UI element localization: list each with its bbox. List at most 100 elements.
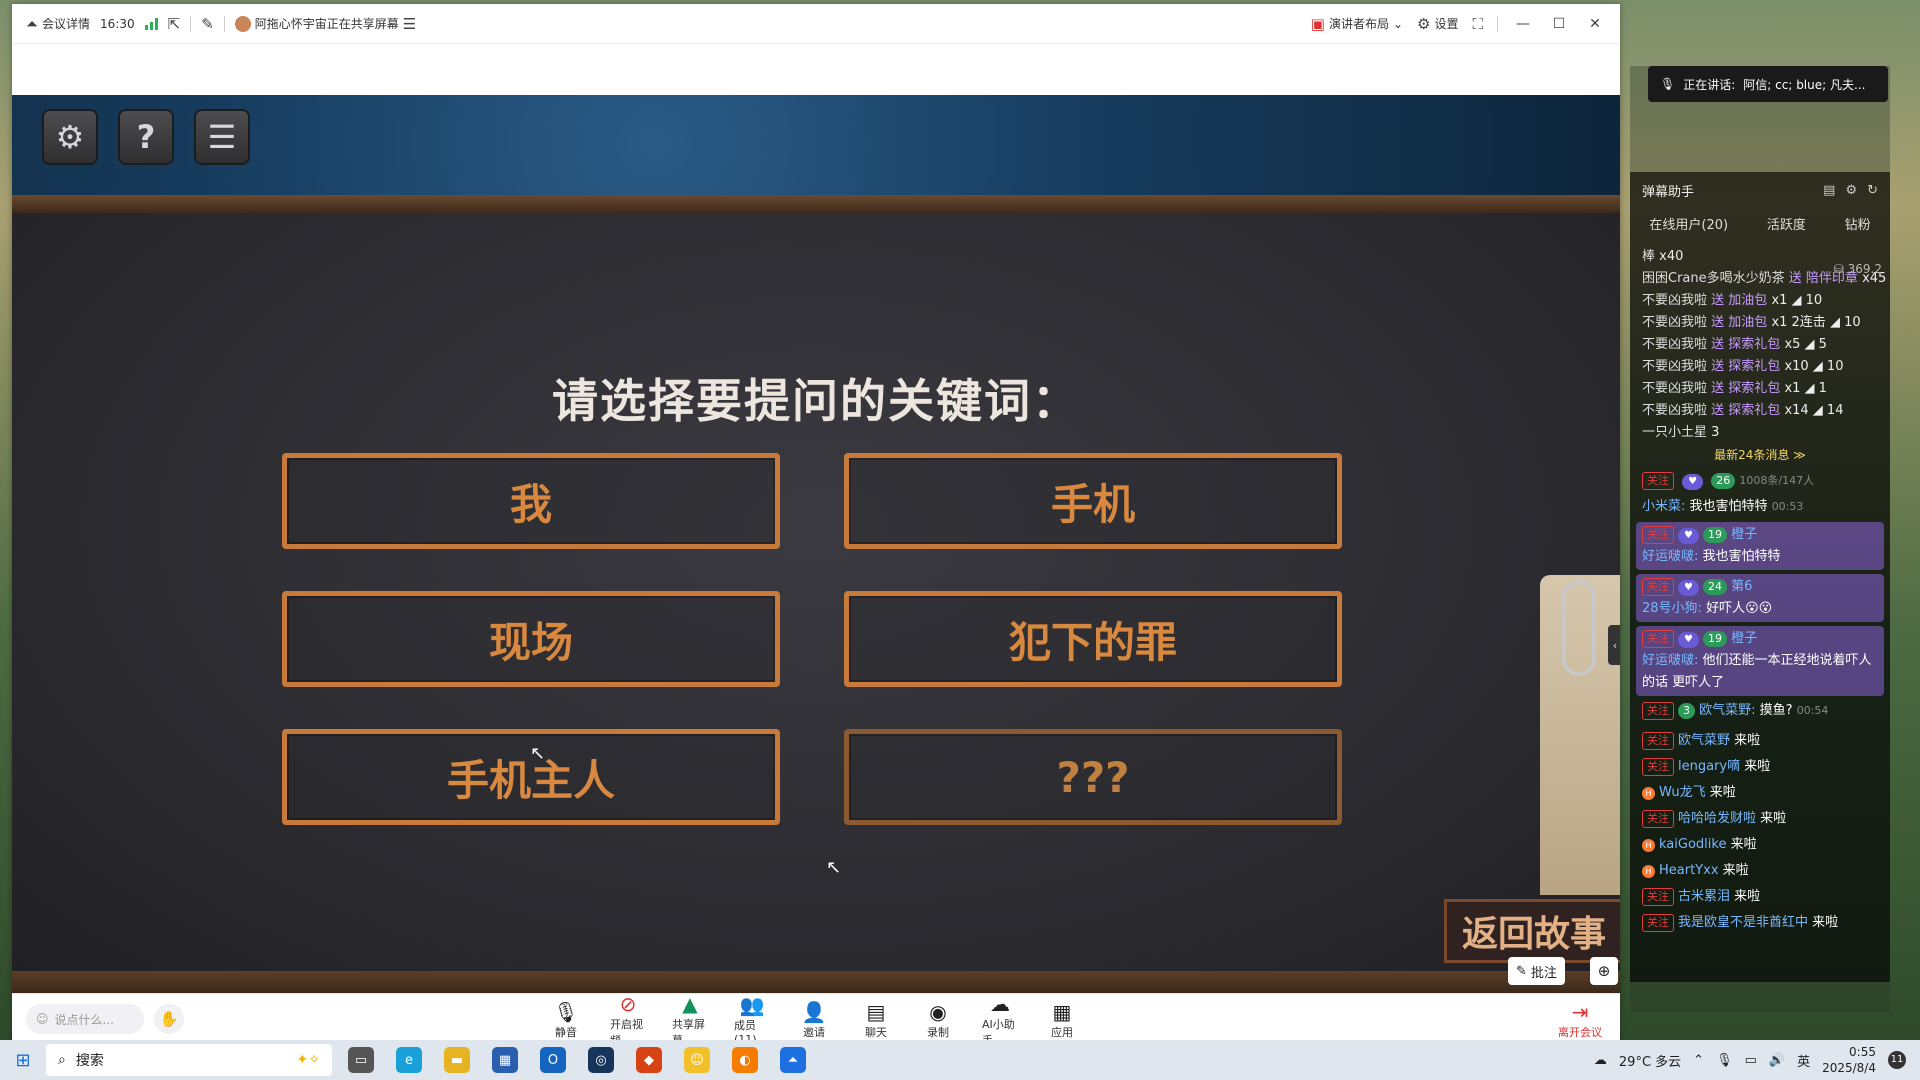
close-button[interactable]: ✕ bbox=[1584, 16, 1606, 32]
title-bar: ⏶ 会议详情 16:30 ⇱ ✎ 阿拖心怀宇宙正在共享屏幕 ☰ ▣ 演讲者布局 … bbox=[12, 4, 1620, 44]
welcome-item: 关注 欧气菜野 来啦 bbox=[1642, 730, 1878, 752]
gift-list: 棒 x40 困困Crane多喝水少奶茶 送 陪伴印章 x45 不要凶我啦 送 加… bbox=[1630, 238, 1890, 934]
gift-item: 不要凶我啦 送 加油包 x1 ◢ 10 bbox=[1642, 293, 1823, 308]
layout-icon: ▣ bbox=[1310, 14, 1325, 33]
panel-title: 弹幕助手 bbox=[1642, 184, 1695, 200]
chat-button[interactable]: ▤ 聊天 bbox=[858, 1000, 894, 1040]
gift-item: 一只小土星 3 bbox=[1642, 425, 1720, 440]
chat-message: 关注 3 欧气菜野: 摸鱼? 00:54 bbox=[1642, 700, 1878, 722]
maximize-button[interactable]: ☐ bbox=[1548, 16, 1570, 32]
meeting-time: 16:30 bbox=[100, 16, 135, 31]
settings-icon[interactable]: ⚙ bbox=[1845, 183, 1857, 198]
microphone-icon[interactable]: 🎙 bbox=[1716, 1053, 1733, 1068]
annotate-toggle-icon[interactable]: ✎ bbox=[201, 15, 214, 33]
emoji-icon: ☺ bbox=[36, 1012, 49, 1026]
taskbar-apps: ▭ e ▬ ▦ O ◎ ◆ ☺ ◐ ⏶ bbox=[348, 1047, 806, 1073]
game-header-art: ⚙ ? ☰ bbox=[12, 95, 1620, 213]
chat-icon: ▤ bbox=[866, 999, 886, 1024]
tab-diamond-fans[interactable]: 钻粉 bbox=[1845, 214, 1871, 233]
invite-button[interactable]: 👤 邀请 bbox=[796, 1000, 832, 1040]
share-screen-icon: ▲ bbox=[682, 991, 698, 1016]
taskbar-search[interactable]: ⌕ 搜索 ✦✧ bbox=[46, 1044, 332, 1076]
mouse-cursor-icon: ↖ bbox=[530, 743, 546, 764]
game-notes-icon[interactable]: ☰ bbox=[194, 109, 250, 165]
record-icon: ◉ bbox=[929, 999, 947, 1024]
pen-icon: ✎ bbox=[1516, 963, 1527, 979]
folder-icon[interactable]: ▬ bbox=[444, 1047, 470, 1073]
layout-button[interactable]: ▣ 演讲者布局 ⌄ bbox=[1311, 15, 1403, 33]
speaking-indicator: 🎙 正在讲话: 阿信; cc; blue; 凡夫... bbox=[1648, 66, 1888, 102]
mouse-cursor-icon: ↖ bbox=[826, 857, 842, 878]
chat-input[interactable]: ☺ 说点什么... bbox=[26, 1004, 144, 1034]
tab-activity[interactable]: 活跃度 bbox=[1767, 214, 1806, 233]
welcome-item: 关注 古米累泪 来啦 bbox=[1642, 886, 1878, 908]
microphone-icon: 🎙 bbox=[1660, 77, 1676, 91]
volume-icon[interactable]: 🔊 bbox=[1769, 1053, 1785, 1068]
collapse-sidebar-button[interactable]: ‹ bbox=[1608, 625, 1620, 665]
ai-icon: ☁ bbox=[990, 991, 1010, 1016]
paperclip-icon bbox=[1562, 580, 1596, 676]
game-settings-icon[interactable]: ⚙ bbox=[42, 109, 98, 165]
fan-stat-row: 关注 ♥ 26 1008条/147人 bbox=[1642, 470, 1878, 492]
network-icon[interactable]: ▭ bbox=[1745, 1053, 1757, 1068]
raise-hand-icon[interactable]: ✋ bbox=[154, 1004, 184, 1034]
shared-screen: ⚙ ? ☰ 请选择要提问的关键词： 我 手机 现场 犯下的罪 手机主人 ??? … bbox=[12, 95, 1620, 993]
minimize-button[interactable]: — bbox=[1512, 16, 1534, 32]
zoom-in-icon[interactable]: ⊕ bbox=[1590, 957, 1618, 985]
keyword-button[interactable]: ??? bbox=[844, 729, 1342, 825]
steam-icon[interactable]: ◎ bbox=[588, 1047, 614, 1073]
gift-item: 不要凶我啦 送 探索礼包 x1 ◢ 1 bbox=[1642, 381, 1827, 396]
welcome-item: 关注 我是欧皇不是非酋红中 来啦 bbox=[1642, 912, 1878, 934]
welcome-item: H HeartYxx 来啦 bbox=[1642, 860, 1878, 882]
chat-message: 关注 ♥ 19 橙子 好运啵啵: 他们还能一本正经地说着吓人的话 更吓人了 bbox=[1636, 626, 1884, 696]
task-view-icon[interactable]: ▭ bbox=[348, 1047, 374, 1073]
notification-badge[interactable]: 11 bbox=[1888, 1051, 1906, 1069]
clock[interactable]: 0:55 2025/8/4 bbox=[1822, 1044, 1876, 1076]
edge-icon[interactable]: e bbox=[396, 1047, 422, 1073]
sharer-status[interactable]: 阿拖心怀宇宙正在共享屏幕 ☰ bbox=[234, 15, 416, 33]
tab-online-users[interactable]: 在线用户(20) bbox=[1649, 214, 1728, 233]
windows-start-icon[interactable]: ⊞ bbox=[0, 1050, 46, 1071]
chat-message: 小米菜: 我也害怕特特 00:53 bbox=[1642, 499, 1804, 514]
new-messages-button[interactable]: 最新24条消息 ≫ bbox=[1642, 444, 1878, 466]
list-icon[interactable]: ▤ bbox=[1823, 183, 1835, 198]
apps-button[interactable]: ▦ 应用 bbox=[1044, 1000, 1080, 1040]
mute-button[interactable]: 🎙 静音 bbox=[548, 1000, 584, 1040]
signal-icon[interactable] bbox=[144, 17, 158, 30]
keyword-button[interactable]: 手机 bbox=[844, 453, 1342, 549]
keyword-button[interactable]: 我 bbox=[282, 453, 780, 549]
settings-button[interactable]: ⚙ 设置 bbox=[1417, 15, 1458, 33]
store-icon[interactable]: ▦ bbox=[492, 1047, 518, 1073]
leave-meeting-button[interactable]: ⇥ 离开会议 bbox=[1558, 1000, 1602, 1040]
keyword-button[interactable]: 犯下的罪 bbox=[844, 591, 1342, 687]
search-icon: ⌕ bbox=[58, 1052, 66, 1068]
keyword-button[interactable]: 现场 bbox=[282, 591, 780, 687]
fan-medal: ♥ bbox=[1682, 474, 1704, 490]
microphone-icon: 🎙 bbox=[553, 999, 579, 1024]
welcome-item: H Wu龙飞 来啦 bbox=[1642, 782, 1878, 804]
meeting-app-icon[interactable]: ⏶ bbox=[780, 1047, 806, 1073]
meeting-info-button[interactable]: ⏶ 会议详情 bbox=[26, 15, 90, 33]
fullscreen-icon[interactable]: ⛶ bbox=[1472, 15, 1483, 33]
popout-icon[interactable]: ⇱ bbox=[168, 15, 181, 33]
gift-item: 不要凶我啦 送 探索礼包 x5 ◢ 5 bbox=[1642, 337, 1827, 352]
game-app-icon[interactable]: ☺ bbox=[684, 1047, 710, 1073]
game-help-icon[interactable]: ? bbox=[118, 109, 174, 165]
gear-icon: ⚙ bbox=[1417, 14, 1431, 33]
level-badge: 26 bbox=[1711, 473, 1736, 489]
welcome-item: 关注 哈哈哈发财啦 来啦 bbox=[1642, 808, 1878, 830]
outlook-icon[interactable]: O bbox=[540, 1047, 566, 1073]
back-to-story-button[interactable]: 返回故事 bbox=[1444, 899, 1620, 963]
app-icon[interactable]: ◆ bbox=[636, 1047, 662, 1073]
record-button[interactable]: ◉ 录制 bbox=[920, 1000, 956, 1040]
follow-button[interactable]: 关注 bbox=[1642, 472, 1674, 490]
gift-total: ⛁ 369.2 bbox=[1833, 262, 1882, 276]
members-button[interactable]: 👥成员(11) bbox=[734, 993, 770, 1046]
refresh-icon[interactable]: ↻ bbox=[1867, 183, 1878, 198]
chevron-up-icon[interactable]: ⌃ bbox=[1693, 1053, 1704, 1068]
browser-icon[interactable]: ◐ bbox=[732, 1047, 758, 1073]
chevron-down-icon: ⌄ bbox=[1392, 16, 1404, 31]
gift-item: 不要凶我啦 送 探索礼包 x10 ◢ 10 bbox=[1642, 359, 1844, 374]
sharer-avatar bbox=[234, 15, 251, 32]
annotate-button[interactable]: ✎ 批注 bbox=[1508, 957, 1565, 985]
